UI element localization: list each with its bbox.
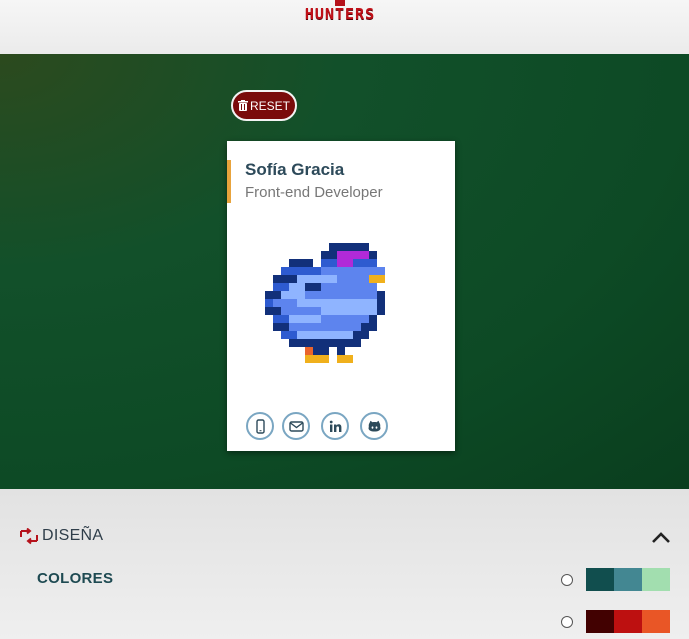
palette-2-radio[interactable] — [561, 616, 573, 628]
trash-icon — [237, 100, 248, 111]
reset-button[interactable]: RESET — [231, 90, 297, 121]
hunters-logo[interactable]: HUNTERS — [290, 0, 390, 26]
phone-link[interactable] — [246, 412, 274, 440]
card-job: Front-end Developer — [245, 184, 383, 201]
palette-1-swatch-1 — [586, 568, 614, 591]
app-header: HUNTERS — [0, 0, 689, 54]
chevron-up-icon[interactable] — [650, 529, 672, 545]
card-preview-area: RESET Sofía Gracia Front-end Developer — [0, 54, 689, 489]
mail-link[interactable] — [282, 412, 310, 440]
github-icon — [368, 420, 380, 431]
palette-2-swatch-2 — [614, 610, 642, 633]
design-panel: DISEÑA COLORES — [0, 489, 689, 639]
reset-label: RESET — [249, 98, 290, 113]
palette-2-swatch-3 — [642, 610, 670, 633]
palette-1-radio[interactable] — [561, 574, 573, 586]
card-name: Sofía Gracia — [245, 160, 345, 179]
mail-icon — [288, 420, 304, 432]
palette-1-swatch-3 — [642, 568, 670, 591]
linkedin-icon — [329, 420, 341, 432]
card-accent-bar — [227, 160, 231, 203]
palette-1-swatch-2 — [614, 568, 642, 591]
phone-icon — [255, 418, 265, 434]
github-link[interactable] — [360, 412, 388, 440]
linkedin-link[interactable] — [321, 412, 349, 440]
pixel-bird-icon — [265, 243, 385, 363]
palette-option-1[interactable] — [560, 568, 675, 592]
logo-text: HUNTERS — [304, 5, 376, 23]
profile-card: Sofía Gracia Front-end Developer — [227, 141, 455, 451]
design-section-title[interactable]: DISEÑA — [42, 527, 103, 545]
colors-label: COLORES — [37, 570, 114, 587]
palette-2-swatch-1 — [586, 610, 614, 633]
palette-option-2[interactable] — [560, 610, 675, 634]
design-icon — [20, 528, 38, 545]
